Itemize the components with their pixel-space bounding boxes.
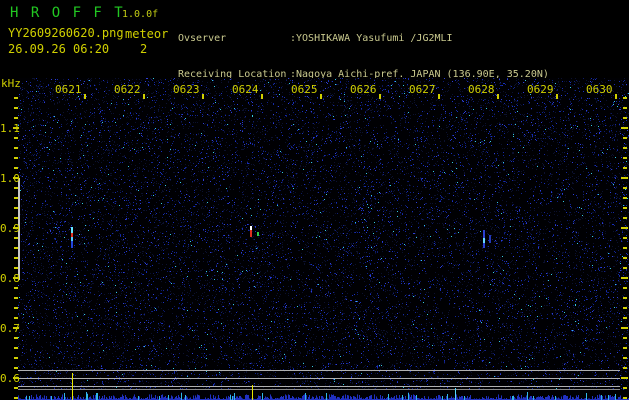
y-axis-minor-tick [14, 257, 18, 259]
y-axis-minor-tick-right [623, 197, 627, 199]
y-axis-label: 0.7 [0, 322, 20, 335]
y-axis-minor-tick [14, 197, 18, 199]
y-axis-major-tick-right [621, 327, 628, 329]
y-axis-major-tick [13, 177, 19, 179]
y-axis-major-tick-right [621, 127, 628, 129]
x-axis-tick [615, 94, 617, 99]
y-axis-minor-tick [14, 117, 18, 119]
y-axis-minor-tick-right [623, 357, 627, 359]
y-axis-major-tick-right [621, 277, 628, 279]
y-axis-minor-tick-right [623, 147, 627, 149]
y-axis-major-tick-right [621, 377, 628, 379]
y-axis-minor-tick-right [623, 217, 627, 219]
y-axis-minor-tick-right [623, 367, 627, 369]
y-axis-minor-tick-right [623, 387, 627, 389]
y-axis-major-tick [13, 327, 19, 329]
y-axis-minor-tick [14, 287, 18, 289]
x-axis-minute-label: 0621 [55, 83, 82, 96]
y-axis-minor-tick-right [623, 107, 627, 109]
y-axis-minor-tick-right [623, 267, 627, 269]
y-axis-minor-tick-right [623, 137, 627, 139]
y-axis-minor-tick [14, 107, 18, 109]
y-axis-minor-tick [14, 217, 18, 219]
y-axis-label: 1.1 [0, 122, 20, 135]
y-axis-minor-tick-right [623, 287, 627, 289]
y-axis-minor-tick [14, 237, 18, 239]
y-axis-minor-tick [14, 247, 18, 249]
y-axis-minor-tick-right [623, 337, 627, 339]
y-axis-minor-tick [14, 167, 18, 169]
x-axis-minute-label: 0630 [586, 83, 613, 96]
x-axis-minute-label: 0622 [114, 83, 141, 96]
axis-overlay: 0621 0622 0623 0624 0625 0626 0627 0628 0629 0630… [0, 0, 629, 400]
y-axis-minor-tick-right [623, 317, 627, 319]
event-marker [252, 385, 253, 400]
y-axis-minor-tick-right [623, 167, 627, 169]
y-axis-minor-tick [14, 367, 18, 369]
x-axis-minute-label: 0623 [173, 83, 200, 96]
y-axis-minor-tick-right [623, 347, 627, 349]
y-axis-major-tick [13, 227, 19, 229]
x-axis-tick [497, 94, 499, 99]
y-axis-label: 1.0 [0, 172, 20, 185]
y-axis-minor-tick-right [623, 157, 627, 159]
x-axis-tick [84, 94, 86, 99]
x-axis-minute-label: 0625 [291, 83, 318, 96]
x-axis-tick [202, 94, 204, 99]
y-axis-minor-tick-right [623, 397, 627, 399]
y-axis-major-tick [13, 377, 19, 379]
y-axis-minor-tick [14, 97, 18, 99]
y-axis-minor-tick-right [623, 257, 627, 259]
x-axis-minute-label: 0628 [468, 83, 495, 96]
y-axis-major-tick [13, 127, 19, 129]
y-axis-label: 0.8 [0, 272, 20, 285]
y-axis-minor-tick-right [623, 207, 627, 209]
y-axis-minor-tick [14, 297, 18, 299]
y-axis-label: 0.6 [0, 372, 20, 385]
y-axis-minor-tick [14, 137, 18, 139]
y-axis-minor-tick [14, 337, 18, 339]
x-axis-tick [320, 94, 322, 99]
y-axis-minor-tick-right [623, 187, 627, 189]
y-axis-minor-tick [14, 347, 18, 349]
y-axis-major-tick-right [621, 177, 628, 179]
x-axis-minute-label: 0627 [409, 83, 436, 96]
y-axis-minor-tick [14, 147, 18, 149]
y-axis-minor-tick [14, 267, 18, 269]
y-axis-minor-tick [14, 317, 18, 319]
y-axis-minor-tick [14, 187, 18, 189]
y-axis-label: 0.9 [0, 222, 20, 235]
y-axis-minor-tick-right [623, 307, 627, 309]
x-axis-tick [556, 94, 558, 99]
y-axis-major-tick [13, 277, 19, 279]
x-axis-minute-label: 0626 [350, 83, 377, 96]
event-marker [72, 373, 73, 400]
x-axis-tick [143, 94, 145, 99]
y-axis-minor-tick [14, 307, 18, 309]
y-axis-minor-tick [14, 397, 18, 399]
event-marker [455, 388, 456, 400]
y-axis-minor-tick [14, 357, 18, 359]
hrofft-screen: H R O F F T 1.0.0f YY2609260620.png mete… [0, 0, 629, 400]
y-axis-minor-tick-right [623, 247, 627, 249]
y-axis-minor-tick-right [623, 237, 627, 239]
y-axis-major-tick-right [621, 227, 628, 229]
y-axis-minor-tick-right [623, 117, 627, 119]
y-axis-minor-tick-right [623, 97, 627, 99]
y-axis-minor-tick [14, 387, 18, 389]
y-axis-minor-tick [14, 157, 18, 159]
x-axis-tick [438, 94, 440, 99]
x-axis-minute-label: 0629 [527, 83, 554, 96]
x-axis-tick [261, 94, 263, 99]
y-axis-minor-tick-right [623, 297, 627, 299]
x-axis-tick [379, 94, 381, 99]
x-axis-minute-label: 0624 [232, 83, 259, 96]
y-axis-minor-tick [14, 207, 18, 209]
